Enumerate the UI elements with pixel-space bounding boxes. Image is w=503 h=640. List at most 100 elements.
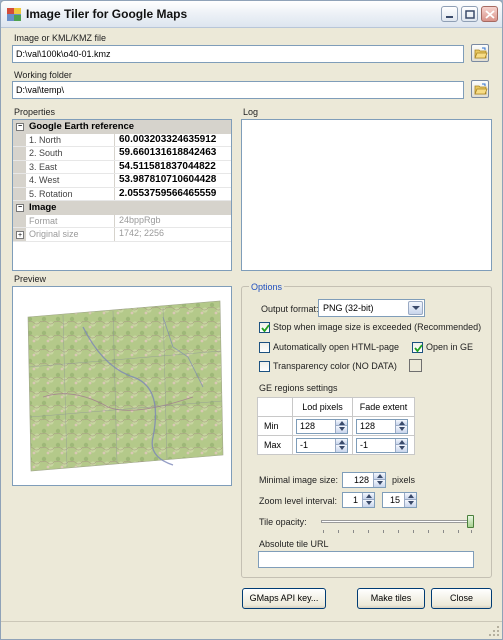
maximize-icon	[465, 10, 475, 19]
spin-down-button[interactable]	[335, 426, 347, 433]
resize-grip-icon[interactable]	[488, 625, 500, 637]
open-in-ge-label[interactable]: Open in GE	[426, 342, 473, 352]
table-row: Min 128 128	[257, 416, 415, 436]
min-size-unit: pixels	[392, 475, 416, 485]
triangle-down-icon	[339, 427, 345, 431]
property-category-ge-reference[interactable]: − Google Earth reference	[13, 120, 231, 134]
open-in-ge-checkbox[interactable]	[412, 342, 423, 353]
spin-down-button[interactable]	[395, 426, 407, 433]
maximize-button[interactable]	[461, 6, 478, 22]
spin-down-button[interactable]	[362, 500, 374, 507]
triangle-up-icon	[399, 420, 405, 425]
max-row-label: Max	[257, 435, 293, 455]
property-row-original-size[interactable]: + Original size 1742; 2256	[13, 228, 231, 242]
minimize-icon	[446, 16, 453, 18]
zoom-max-stepper[interactable]: 15	[382, 492, 417, 508]
browse-folder-button[interactable]	[471, 80, 489, 98]
triangle-down-icon	[377, 481, 383, 485]
spin-down-button[interactable]	[404, 500, 416, 507]
gmaps-api-key-button[interactable]: GMaps API key...	[242, 588, 326, 609]
properties-label: Properties	[14, 107, 56, 117]
transparency-checkbox[interactable]	[259, 361, 270, 372]
min-size-stepper[interactable]: 128	[342, 472, 386, 488]
collapse-icon[interactable]: −	[16, 204, 24, 212]
min-row-label: Min	[257, 416, 293, 436]
spin-up-button[interactable]	[373, 473, 385, 480]
property-category-image[interactable]: − Image	[13, 201, 231, 215]
triangle-down-icon	[339, 446, 345, 450]
close-window-button[interactable]	[481, 6, 498, 22]
folder-open-icon	[474, 47, 488, 59]
transparency-color-swatch[interactable]	[409, 359, 422, 372]
property-row-west[interactable]: 4. West 53.987810710604428	[13, 174, 231, 188]
lod-min-stepper[interactable]: 128	[296, 418, 348, 434]
property-row-south[interactable]: 2. South 59.660131618842463	[13, 147, 231, 161]
window-title: Image Tiler for Google Maps	[26, 7, 188, 21]
property-row-rotation[interactable]: 5. Rotation 2.0553759566465559	[13, 187, 231, 201]
absolute-url-label: Absolute tile URL	[259, 539, 329, 549]
lod-max-stepper[interactable]: -1	[296, 437, 348, 453]
log-label: Log	[243, 107, 259, 117]
triangle-up-icon	[339, 439, 345, 444]
property-value[interactable]: 60.003203324635912	[114, 133, 231, 146]
property-row-east[interactable]: 3. East 54.511581837044822	[13, 160, 231, 174]
auto-open-html-label[interactable]: Automatically open HTML-page	[273, 342, 399, 352]
spin-down-button[interactable]	[395, 445, 407, 452]
property-value[interactable]: 2.0553759566465559	[114, 187, 231, 200]
title-bar[interactable]: Image Tiler for Google Maps	[1, 1, 502, 28]
preview-label: Preview	[14, 274, 47, 284]
property-value[interactable]: 59.660131618842463	[114, 147, 231, 160]
make-tiles-button[interactable]: Make tiles	[357, 588, 425, 609]
spin-up-button[interactable]	[404, 493, 416, 500]
auto-open-html-checkbox[interactable]	[259, 342, 270, 353]
transparency-label[interactable]: Transparency color (NO DATA)	[273, 361, 397, 371]
expand-icon[interactable]: +	[16, 231, 24, 239]
app-icon	[7, 8, 21, 21]
working-folder-label: Working folder	[14, 70, 72, 80]
property-row-format[interactable]: Format 24bppRgb	[13, 214, 231, 228]
spin-down-button[interactable]	[335, 445, 347, 452]
ge-regions-label: GE regions settings	[259, 383, 338, 393]
property-value[interactable]: 54.511581837044822	[114, 160, 231, 173]
triangle-up-icon	[408, 494, 414, 498]
tile-opacity-slider-thumb[interactable]	[467, 515, 474, 528]
fade-max-stepper[interactable]: -1	[356, 437, 408, 453]
triangle-down-icon	[399, 427, 405, 431]
properties-grid[interactable]: − Google Earth reference 1. North 60.003…	[12, 119, 232, 271]
property-value: 24bppRgb	[114, 214, 231, 227]
property-value: 1742; 2256	[114, 228, 231, 241]
tile-opacity-label: Tile opacity:	[259, 517, 307, 527]
triangle-up-icon	[399, 439, 405, 444]
property-row-north[interactable]: 1. North 60.003203324635912	[13, 133, 231, 147]
image-file-label: Image or KML/KMZ file	[14, 33, 107, 43]
image-file-field[interactable]: D:\val\100k\o40-01.kmz	[12, 45, 464, 63]
stop-size-label[interactable]: Stop when image size is exceeded (Recomm…	[273, 322, 481, 332]
triangle-up-icon	[366, 494, 372, 498]
preview-pane	[12, 286, 232, 486]
triangle-up-icon	[339, 420, 345, 425]
dropdown-button[interactable]	[408, 301, 423, 315]
working-folder-field[interactable]: D:\val\temp\	[12, 81, 464, 99]
tile-opacity-track[interactable]	[321, 520, 473, 523]
property-value[interactable]: 53.987810710604428	[114, 174, 231, 187]
spin-down-button[interactable]	[373, 480, 385, 487]
folder-open-icon	[474, 83, 488, 95]
zoom-min-stepper[interactable]: 1	[342, 492, 375, 508]
fade-extent-header: Fade extent	[352, 397, 415, 417]
output-format-label: Output format:	[261, 304, 319, 314]
log-textbox[interactable]	[241, 119, 492, 271]
spin-up-button[interactable]	[362, 493, 374, 500]
fade-min-stepper[interactable]: 128	[356, 418, 408, 434]
stop-size-checkbox[interactable]	[259, 322, 270, 333]
checkmark-icon	[261, 324, 270, 333]
table-row: Max -1 -1	[257, 435, 415, 455]
browse-image-button[interactable]	[471, 44, 489, 62]
close-button[interactable]: Close	[431, 588, 492, 609]
checkmark-icon	[414, 344, 423, 353]
options-legend: Options	[249, 282, 285, 292]
absolute-url-field[interactable]	[258, 551, 474, 568]
collapse-icon[interactable]: −	[16, 123, 24, 131]
minimize-button[interactable]	[441, 6, 458, 22]
zoom-interval-label: Zoom level interval:	[259, 496, 338, 506]
output-format-select[interactable]: PNG (32-bit)	[318, 299, 425, 317]
